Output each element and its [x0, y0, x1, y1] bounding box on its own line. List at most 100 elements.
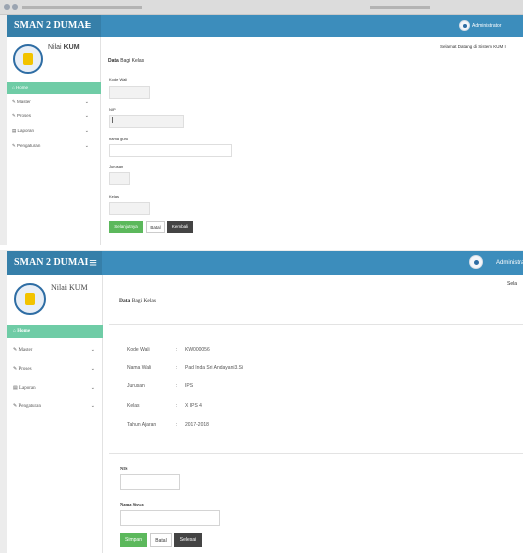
info-value: KW000056: [185, 347, 210, 353]
sidebar-item-proses[interactable]: ✎ Proses ⌄: [7, 363, 103, 376]
section-title: Data Bagi Kelas: [108, 58, 144, 64]
info-separator: :: [176, 347, 178, 353]
chevron-down-icon: ⌄: [84, 143, 89, 149]
home-icon: ⌂: [12, 85, 15, 90]
chevron-down-icon: ⌄: [84, 113, 89, 119]
table-icon: ▤: [12, 128, 17, 133]
nama-siswa-label: Nama Siswa: [120, 502, 144, 507]
nis-label: NIS: [120, 466, 128, 471]
text-cursor: [112, 117, 113, 123]
sidebar-item-label: Proses: [18, 367, 32, 372]
info-row-kelas: Kelas : X IPS 4: [127, 400, 507, 412]
next-button[interactable]: Selanjutnya: [109, 221, 143, 233]
divider: [109, 324, 523, 325]
school-logo: [14, 283, 46, 315]
chevron-down-icon: ⌄: [84, 128, 89, 134]
sidebar-item-laporan[interactable]: ▤ Laporan ⌄: [7, 125, 101, 137]
sidebar-item-home[interactable]: ⌂ Home: [7, 325, 103, 338]
pencil-icon: ✎: [13, 348, 18, 353]
jurusan-label: Jurusan: [109, 164, 124, 169]
info-row-tahun-ajaran: Tahun Ajaran : 2017-2018: [127, 419, 507, 431]
chevron-down-icon: ⌄: [90, 367, 95, 372]
sidebar-item-label: Master: [18, 348, 33, 353]
nis-input[interactable]: [120, 474, 180, 490]
divider: [109, 453, 523, 454]
chevron-down-icon: ⌄: [84, 99, 89, 105]
sidebar-item-label: Proses: [17, 113, 32, 118]
info-row-nama-wali: Nama Wali : Pad Inda Sri Andayani3.Si: [127, 362, 507, 374]
sidebar-item-pengaturan[interactable]: ✎ Pengaturan ⌄: [7, 400, 103, 413]
info-value: IPS: [185, 383, 194, 389]
pencil-icon: ✎: [12, 99, 16, 104]
kelas-label: Kelas: [109, 194, 120, 199]
info-separator: :: [176, 422, 178, 428]
welcome-text: Selamat Datang di Sistem KUM I: [440, 44, 506, 49]
sidebar-item-master[interactable]: ✎ Master ⌄: [7, 96, 101, 108]
info-label: Jurusan: [127, 383, 145, 389]
section-title-rest: Bagi Kelas: [131, 298, 156, 304]
chevron-down-icon: ⌄: [90, 348, 95, 353]
info-row-kode-wali: Kode Wali : KW000056: [127, 344, 507, 356]
app-title: Nilai KUM: [48, 44, 98, 51]
section-title-bold: Data: [119, 298, 131, 304]
pencil-icon: ✎: [12, 113, 16, 118]
sidebar-item-laporan[interactable]: ▤ Laporan ⌄: [7, 382, 103, 395]
user-name[interactable]: Administrator: [480, 251, 523, 275]
kode-wali-input[interactable]: [109, 86, 150, 99]
sidebar: [7, 275, 103, 553]
save-button[interactable]: Simpan: [120, 533, 147, 547]
wrench-icon: ✎: [12, 143, 16, 148]
cancel-button[interactable]: Batal: [150, 533, 172, 547]
app-title-plain: Nilai: [48, 44, 62, 51]
kode-wali-label: Kode Wali: [109, 77, 128, 82]
sidebar-item-label: Home: [15, 85, 28, 90]
chevron-down-icon: ⌄: [90, 404, 95, 409]
content-area: [101, 37, 523, 245]
menu-toggle-icon[interactable]: ≡: [83, 251, 103, 275]
pencil-icon: ✎: [13, 367, 18, 372]
school-logo: [13, 44, 43, 74]
nip-input[interactable]: [109, 115, 184, 128]
home-icon: ⌂: [13, 329, 17, 334]
chevron-down-icon: ⌄: [90, 386, 95, 391]
jurusan-input[interactable]: [109, 172, 130, 185]
wrench-icon: ✎: [13, 404, 18, 409]
sidebar-item-label: Master: [17, 99, 31, 104]
sidebar-item-proses[interactable]: ✎ Proses ⌄: [7, 110, 101, 122]
section-title-bold: Data: [108, 58, 119, 64]
info-value: 2017-2018: [185, 422, 209, 428]
browser-dot: [4, 4, 10, 10]
finish-button[interactable]: Selesai: [174, 533, 202, 547]
menu-toggle-icon[interactable]: ≡: [80, 15, 96, 37]
browser-tab: [370, 6, 430, 9]
info-label: Nama Wali: [127, 365, 152, 371]
section-title: Data Bagi Kelas: [119, 298, 156, 304]
sidebar-item-label: Pengaturan: [18, 404, 41, 409]
nama-guru-input[interactable]: [109, 144, 232, 157]
info-value: Pad Inda Sri Andayani3.Si: [185, 365, 244, 371]
cancel-button[interactable]: Batal: [146, 221, 165, 233]
nama-siswa-input[interactable]: [120, 510, 220, 526]
back-button[interactable]: Kembali: [167, 221, 193, 233]
nip-label: NIP: [109, 107, 116, 112]
info-row-jurusan: Jurusan : IPS: [127, 380, 507, 392]
info-label: Tahun Ajaran: [127, 422, 157, 428]
nama-guru-label: nama guru: [109, 136, 129, 141]
info-label: Kelas: [127, 403, 140, 409]
sidebar-item-label: Home: [17, 329, 31, 334]
app-title: Nilai KUM: [51, 283, 88, 292]
sidebar-item-master[interactable]: ✎ Master ⌄: [7, 344, 103, 357]
sidebar-item-label: Laporan: [17, 128, 35, 133]
user-name[interactable]: Administrator: [454, 15, 523, 37]
sidebar-item-home[interactable]: ⌂ Home: [7, 82, 101, 94]
sidebar-item-pengaturan[interactable]: ✎ Pengaturan ⌄: [7, 140, 101, 152]
kelas-input[interactable]: [109, 202, 150, 215]
browser-address: [22, 6, 142, 9]
info-separator: :: [176, 383, 178, 389]
info-separator: :: [176, 403, 178, 409]
sidebar-item-label: Pengaturan: [17, 143, 41, 148]
app-title-bold: KUM: [63, 44, 80, 51]
info-value: X IPS 4: [185, 403, 202, 409]
table-icon: ▤: [13, 386, 18, 391]
info-separator: :: [176, 365, 178, 371]
